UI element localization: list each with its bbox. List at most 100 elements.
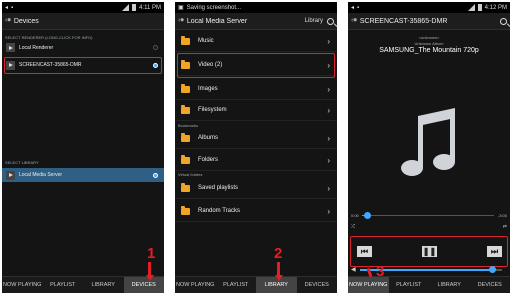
tab-playlist[interactable]: PLAYLIST: [389, 277, 430, 293]
chevron-right-icon: ›: [327, 84, 330, 94]
tab-devices[interactable]: DEVICES: [123, 277, 164, 293]
folder-item-images[interactable]: Images ›: [175, 79, 337, 100]
virtual-label: Random Tracks: [198, 208, 241, 214]
step-arrowhead-2: [274, 275, 283, 281]
folder-icon: [181, 205, 190, 215]
renderer-icon: [6, 43, 15, 52]
virtual-item-saved-playlists[interactable]: Saved playlists ›: [175, 178, 337, 199]
bookmark-label: Albums: [198, 135, 219, 141]
back-icon[interactable]: ‹⏺: [351, 17, 357, 25]
folder-label: Images: [198, 86, 218, 92]
step-arrowhead-1: [145, 275, 154, 281]
music-note-icon: [401, 108, 455, 176]
folder-icon: [181, 83, 190, 93]
clock: 4:11 PM: [139, 4, 161, 11]
virtual-item-random-tracks[interactable]: Random Tracks ›: [175, 201, 337, 222]
tab-library[interactable]: LIBRARY: [429, 277, 470, 293]
status-bar: ▣ Saving screenshot...: [175, 2, 337, 13]
volume-thumb[interactable]: [488, 266, 496, 273]
seek-thumb[interactable]: [363, 212, 371, 219]
tab-now-playing[interactable]: NOW PLAYING: [175, 277, 216, 293]
page-title: Local Media Server: [186, 17, 248, 25]
folder-label: Filesystem: [198, 107, 227, 113]
bookmark-label: Folders: [198, 157, 219, 163]
back-icon[interactable]: ‹⏺: [178, 17, 184, 25]
folder-icon: [181, 154, 190, 164]
tab-library[interactable]: LIBRARY: [83, 277, 124, 293]
seek-bar[interactable]: [362, 212, 494, 219]
sd-icon: ▪: [357, 4, 360, 11]
sd-icon: ▪: [11, 4, 14, 11]
library-action[interactable]: Library: [305, 18, 323, 24]
tab-devices[interactable]: DEVICES: [297, 277, 338, 293]
now-playing-screen: ◂ ▪ 4:12 PM ‹⏺ SCREENCAST-35865-DMR <unkn…: [348, 2, 510, 293]
page-title: Devices: [13, 17, 39, 25]
section-renderer-label: SELECT RENDERER (LONG-CLICK FOR INFO): [5, 35, 93, 40]
step-arrow-2: [277, 262, 280, 276]
track-album: Unknown Album: [414, 41, 444, 46]
search-icon[interactable]: [327, 17, 334, 25]
tab-playlist[interactable]: PLAYLIST: [43, 277, 84, 293]
repeat-icon[interactable]: ⇄: [503, 224, 507, 230]
chevron-right-icon: ›: [327, 133, 330, 143]
section-library-label: SELECT LIBRARY: [5, 160, 39, 165]
notification-text: Saving screenshot...: [186, 4, 242, 11]
chevron-right-icon: ›: [327, 183, 330, 193]
screenshot-icon: ▣: [178, 5, 184, 11]
action-bar: ‹⏺ Devices: [2, 13, 164, 30]
tab-devices[interactable]: DEVICES: [470, 277, 511, 293]
section-virtual-label: Virtual folders: [178, 172, 203, 177]
folder-label: Music: [198, 38, 214, 44]
notification-icon: ◂: [5, 5, 9, 11]
signal-icon: [122, 4, 130, 11]
library-label: Local Media Server: [19, 172, 63, 178]
chevron-right-icon: ›: [327, 36, 330, 46]
status-bar: ◂ ▪ 4:12 PM: [348, 2, 510, 13]
bookmark-item-folders[interactable]: Folders ›: [175, 150, 337, 171]
step-arrow-1: [148, 262, 151, 276]
bottom-tabs: NOW PLAYING PLAYLIST LIBRARY DEVICES: [2, 276, 164, 293]
renderer-radio[interactable]: [153, 45, 158, 50]
track-title: SAMSUNG_The Mountain 720p: [379, 47, 479, 54]
virtual-label: Saved playlists: [198, 185, 239, 191]
step-marker-1: 1: [147, 245, 156, 262]
action-bar: ‹⏺ Local Media Server Library: [175, 13, 337, 30]
highlight-box: [350, 236, 508, 267]
folder-icon: [181, 104, 190, 114]
folder-item-filesystem[interactable]: Filesystem ›: [175, 100, 337, 121]
bottom-tabs: NOW PLAYING PLAYLIST LIBRARY DEVICES: [348, 276, 510, 293]
renderer-label: Local Renderer: [19, 44, 54, 51]
shuffle-icon[interactable]: ⤮: [351, 224, 355, 230]
library-screen: ▣ Saving screenshot... ‹⏺ Local Media Ser…: [175, 2, 337, 293]
chevron-right-icon: ›: [327, 155, 330, 165]
remaining-time: -3:00: [497, 213, 507, 218]
battery-icon: [132, 4, 137, 11]
devices-screen: ◂ ▪ 4:11 PM ‹⏺ Devices SELECT RENDERER (L…: [2, 2, 164, 293]
chevron-right-icon: ›: [327, 206, 330, 216]
folder-item-music[interactable]: Music ›: [175, 31, 337, 52]
highlight-box: [177, 53, 335, 78]
action-bar: ‹⏺ SCREENCAST-35865-DMR: [348, 13, 510, 30]
folder-icon: [181, 35, 190, 45]
clock: 4:12 PM: [484, 4, 507, 11]
battery-icon: [477, 4, 482, 11]
highlight-box: [4, 57, 162, 74]
tab-now-playing[interactable]: NOW PLAYING: [2, 277, 43, 293]
search-icon[interactable]: [500, 17, 507, 25]
folder-icon: [181, 182, 190, 192]
volume-icon: ◀: [351, 267, 356, 273]
chevron-right-icon: ›: [327, 105, 330, 115]
bottom-tabs: NOW PLAYING PLAYLIST LIBRARY DEVICES: [175, 276, 337, 293]
library-radio-selected[interactable]: [153, 172, 158, 178]
step-marker-3: 3: [376, 263, 385, 280]
library-item-local-media-server[interactable]: Local Media Server: [2, 168, 164, 182]
page-title: SCREENCAST-35865-DMR: [359, 17, 448, 25]
renderer-item-local[interactable]: Local Renderer: [2, 42, 164, 53]
status-bar: ◂ ▪ 4:11 PM: [2, 2, 164, 13]
album-art: [386, 102, 472, 188]
library-icon: [6, 170, 15, 180]
back-icon[interactable]: ‹⏺: [5, 17, 11, 25]
bookmark-item-albums[interactable]: Albums ›: [175, 128, 337, 149]
tab-playlist[interactable]: PLAYLIST: [216, 277, 257, 293]
folder-icon: [181, 132, 190, 142]
